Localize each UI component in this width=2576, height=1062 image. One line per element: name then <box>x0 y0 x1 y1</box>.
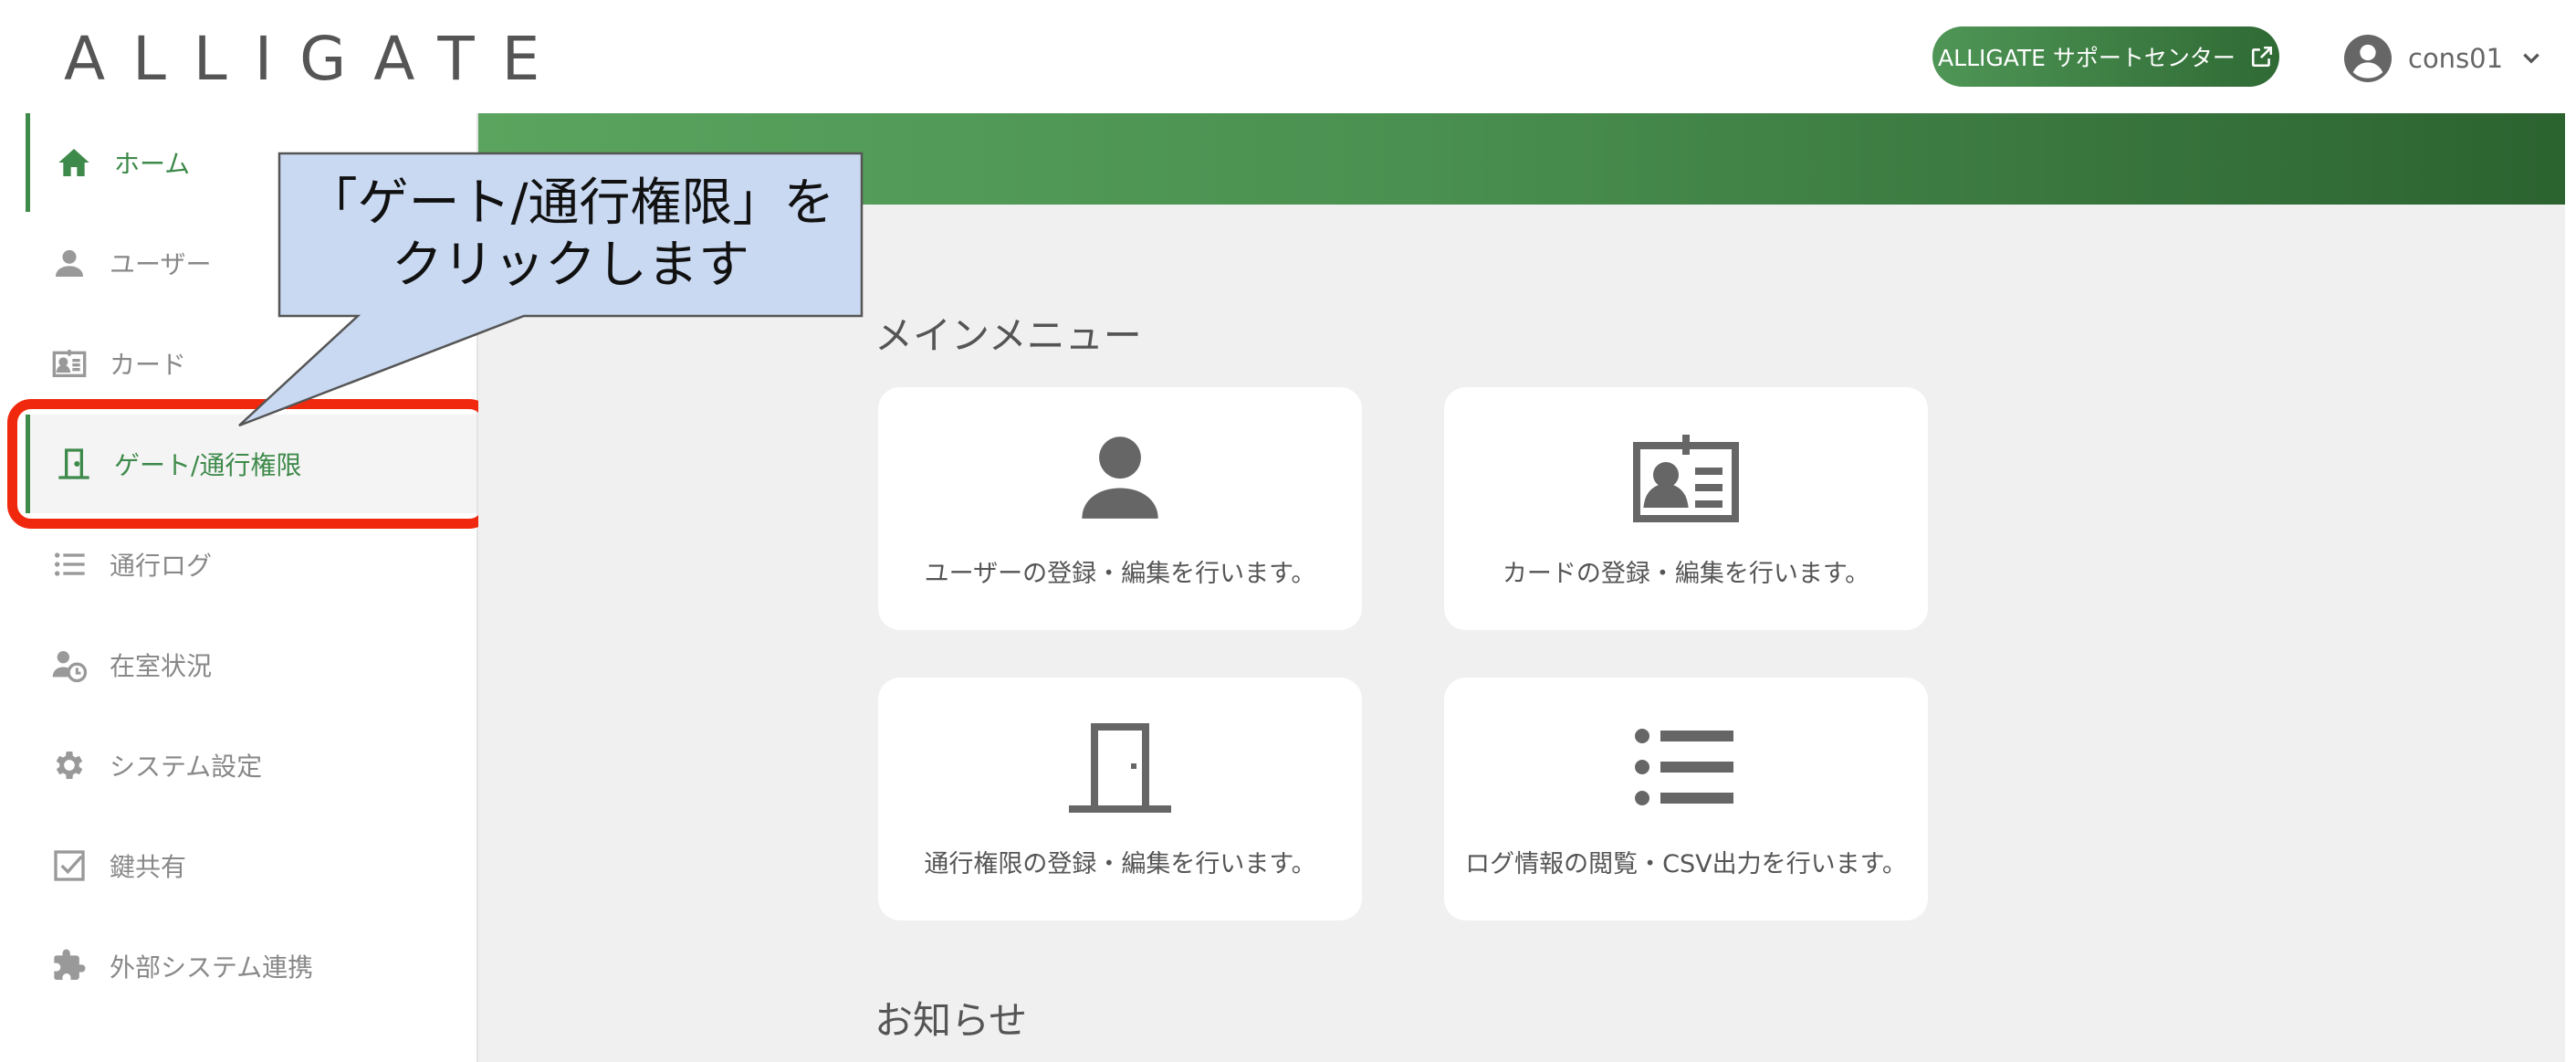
sidebar-item-key-sharing[interactable]: 鍵共有 <box>26 816 476 915</box>
user-icon <box>1065 431 1175 522</box>
main-menu-title: メインメニュー <box>874 313 1142 358</box>
card-description: ユーザーの登録・編集を行います。 <box>924 560 1316 588</box>
user-clock-icon <box>49 645 89 685</box>
user-menu[interactable]: cons01 <box>2344 31 2543 86</box>
menu-card-logs[interactable]: ログ情報の閲覧・CSV出力を行います。 <box>1444 678 1928 920</box>
sidebar-item-label: カード <box>110 350 187 380</box>
sidebar-item-label: ホーム <box>114 149 191 179</box>
menu-card-cards[interactable]: カードの登録・編集を行います。 <box>1444 387 1928 630</box>
external-link-icon <box>2251 46 2272 68</box>
sidebar-item-system-settings[interactable]: システム設定 <box>26 716 476 815</box>
card-description: カードの登録・編集を行います。 <box>1502 560 1870 588</box>
checkbox-icon <box>49 846 89 886</box>
list-icon <box>1631 721 1741 813</box>
door-icon <box>1065 721 1175 813</box>
highlight-box <box>7 399 493 529</box>
sidebar-item-label: 通行ログ <box>110 551 213 581</box>
sidebar-item-occupancy[interactable]: 在室状況 <box>26 615 476 714</box>
callout-text: 「ゲート/通行権限」を クリックします <box>279 153 862 316</box>
sidebar-item-label: 外部システム連携 <box>110 952 314 983</box>
sidebar-item-external-integration[interactable]: 外部システム連携 <box>26 917 476 1015</box>
chevron-down-icon <box>2519 47 2543 70</box>
list-icon <box>49 544 89 584</box>
card-description: ログ情報の閲覧・CSV出力を行います。 <box>1465 850 1907 878</box>
sidebar-item-label: ユーザー <box>110 249 212 279</box>
menu-card-users[interactable]: ユーザーの登録・編集を行います。 <box>878 387 1362 630</box>
user-icon <box>49 243 89 283</box>
header: ALLIGATE ALLIGATE サポートセンター cons01 <box>0 0 2576 113</box>
menu-card-access-rights[interactable]: 通行権限の登録・編集を行います。 <box>878 678 1362 920</box>
sidebar-item-label: 鍵共有 <box>110 852 187 882</box>
callout-line-2: クリックします <box>392 236 749 295</box>
gear-icon <box>49 745 89 785</box>
account-circle-icon <box>2344 35 2392 82</box>
news-title: お知らせ <box>874 998 1028 1043</box>
card-description: 通行権限の登録・編集を行います。 <box>924 850 1316 878</box>
sidebar-item-label: システム設定 <box>110 752 263 782</box>
app-logo[interactable]: ALLIGATE <box>64 24 567 94</box>
sidebar-item-access-log[interactable]: 通行ログ <box>26 515 476 614</box>
callout-line-1: 「ゲート/通行権限」を <box>306 173 835 233</box>
support-center-button[interactable]: ALLIGATE サポートセンター <box>1932 26 2279 87</box>
puzzle-icon <box>49 946 89 986</box>
sidebar-item-label: 在室状況 <box>110 651 213 681</box>
home-icon <box>54 142 94 183</box>
support-center-label: ALLIGATE サポートセンター <box>1938 45 2236 71</box>
sidebar-item-cards[interactable]: カード <box>26 314 476 413</box>
id-card-icon <box>1631 431 1741 522</box>
id-card-icon <box>49 343 89 384</box>
username-label: cons01 <box>2408 43 2504 74</box>
